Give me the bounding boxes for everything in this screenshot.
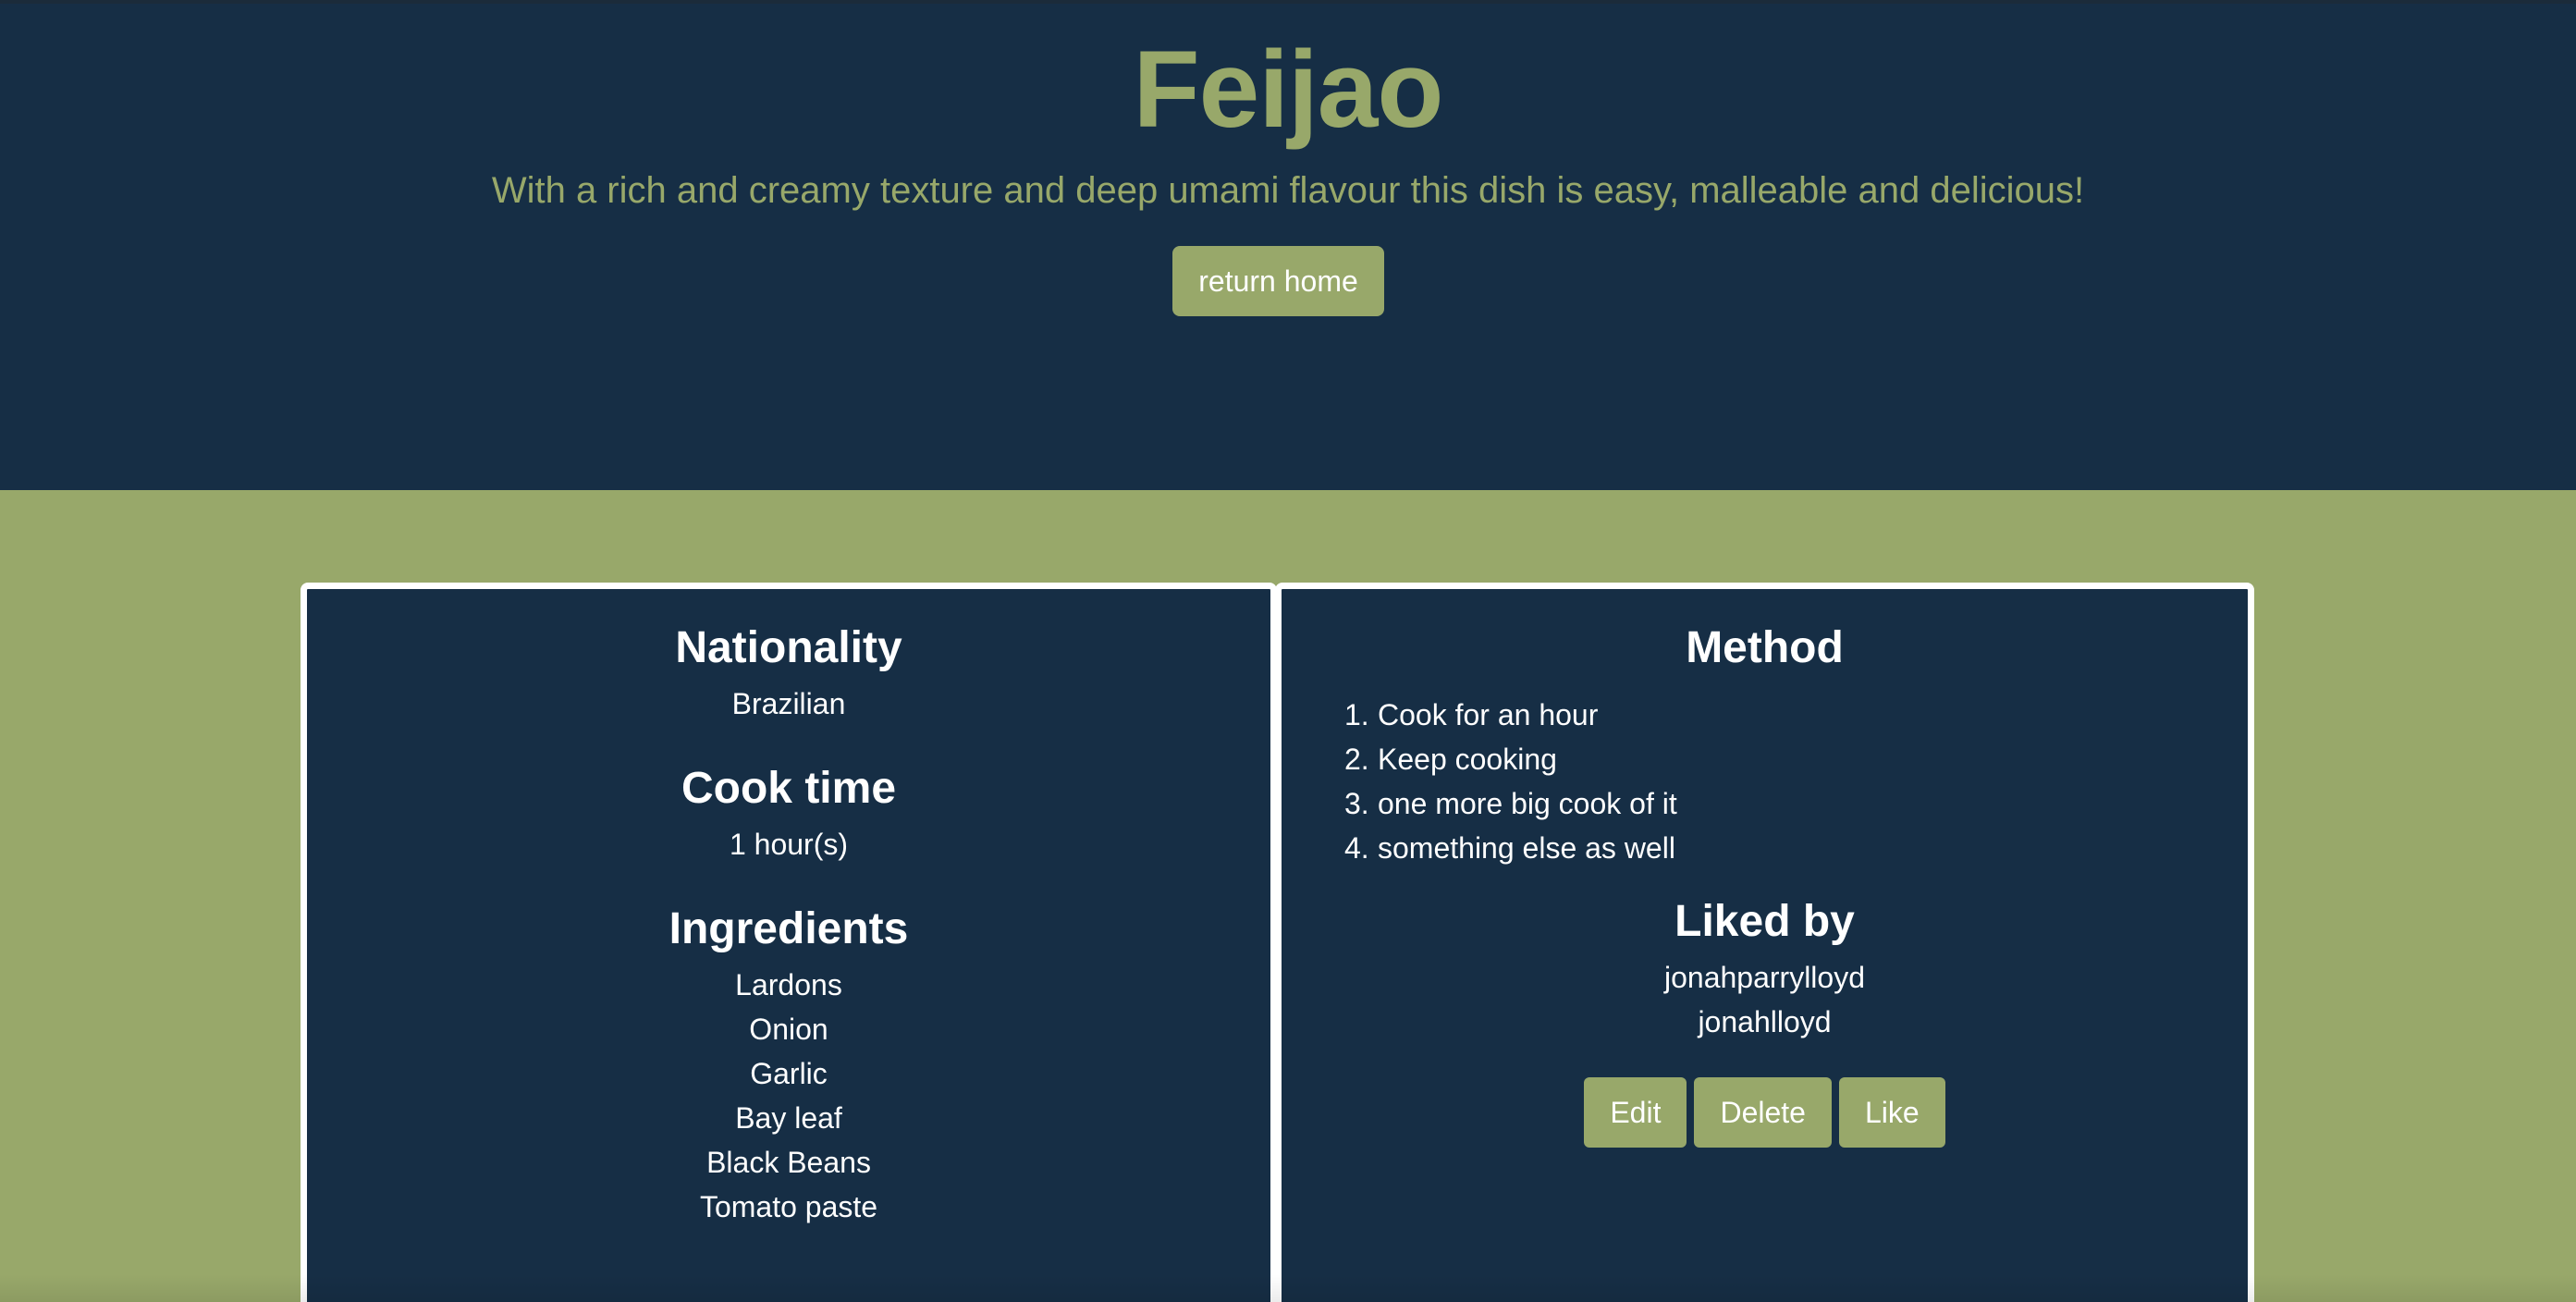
ingredient-item: Onion xyxy=(749,1013,828,1046)
ingredient-item: Tomato paste xyxy=(699,1190,878,1223)
like-button[interactable]: Like xyxy=(1838,1077,1945,1148)
recipe-details-card: Nationality Brazilian Cook time 1 hour(s… xyxy=(301,583,1277,1302)
step-text: Keep cooking xyxy=(1378,743,1557,776)
liked-by-user: jonahlloyd xyxy=(1698,1005,1832,1038)
cook-time-value: 1 hour(s) xyxy=(729,828,849,861)
ingredients-section: Ingredients Lardons Onion Garlic Bay lea… xyxy=(307,902,1270,1229)
ingredient-item: Bay leaf xyxy=(735,1101,842,1135)
method-step: 1. Cook for an hour xyxy=(1344,693,1677,737)
method-step: 4. something else as well xyxy=(1344,826,1677,870)
liked-by-heading: Liked by xyxy=(1674,897,1855,946)
edit-button[interactable]: Edit xyxy=(1584,1077,1687,1148)
nationality-heading: Nationality xyxy=(675,623,902,672)
step-text: something else as well xyxy=(1378,831,1675,865)
recipe-main: Nationality Brazilian Cook time 1 hour(s… xyxy=(0,490,2576,1302)
nationality-section: Nationality Brazilian xyxy=(307,620,1270,726)
ingredient-item: Garlic xyxy=(750,1057,828,1090)
liked-by-user: jonahparrylloyd xyxy=(1663,961,1865,994)
step-text: Cook for an hour xyxy=(1378,698,1599,731)
step-number: 3. xyxy=(1344,787,1369,820)
cook-time-section: Cook time 1 hour(s) xyxy=(307,761,1270,866)
return-home-button[interactable]: return home xyxy=(1172,246,1384,316)
recipe-actions: Edit Delete Like xyxy=(1282,1077,2248,1148)
bottom-shadow xyxy=(0,1274,2576,1302)
ingredients-heading: Ingredients xyxy=(669,904,909,953)
delete-button[interactable]: Delete xyxy=(1694,1077,1832,1148)
liked-by-list: jonahparrylloyd jonahlloyd xyxy=(1282,955,2248,1044)
ingredients-list: Lardons Onion Garlic Bay leaf Black Bean… xyxy=(307,963,1270,1229)
nationality-value: Brazilian xyxy=(731,687,846,720)
method-heading: Method xyxy=(1686,623,1844,672)
step-number: 1. xyxy=(1344,698,1369,731)
ingredient-item: Lardons xyxy=(735,968,842,1001)
step-text: one more big cook of it xyxy=(1378,787,1677,820)
method-section: Method xyxy=(1282,620,2248,676)
method-steps-list: 1. Cook for an hour 2. Keep cooking 3. one … xyxy=(1344,693,1677,870)
ingredient-item: Black Beans xyxy=(706,1146,871,1179)
page-title: Feijao xyxy=(1133,29,1444,151)
method-step: 3. one more big cook of it xyxy=(1344,781,1677,826)
recipe-method-card: Method 1. Cook for an hour 2. Keep cooking… xyxy=(1275,583,2254,1302)
liked-by-section: Liked by jonahparrylloyd jonahlloyd xyxy=(1282,894,2248,1044)
hero-header: Feijao With a rich and creamy texture an… xyxy=(0,0,2576,490)
step-number: 2. xyxy=(1344,743,1369,776)
method-step: 2. Keep cooking xyxy=(1344,737,1677,781)
step-number: 4. xyxy=(1344,831,1369,865)
cook-time-heading: Cook time xyxy=(681,764,897,813)
page-subtitle: With a rich and creamy texture and deep … xyxy=(491,170,2085,211)
